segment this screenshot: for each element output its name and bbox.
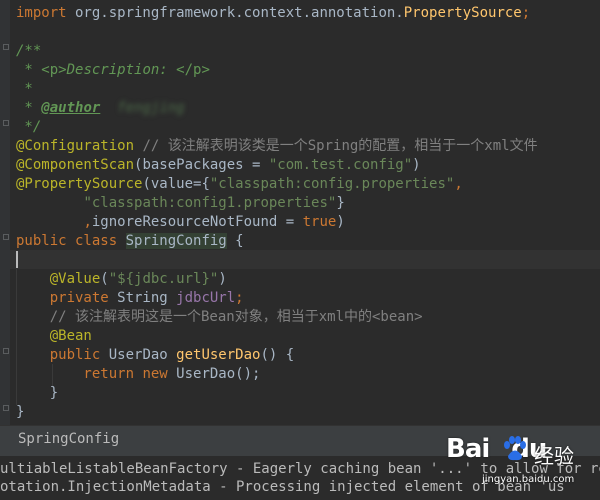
code-line-field-decl: private String jdbcUrl; [16,289,244,308]
breadcrumb-item-springconfig[interactable]: SpringConfig [18,431,119,447]
paren: ) [336,214,345,230]
javadoc: * [16,62,42,78]
string-literal: "${jdbc.url}" [108,271,219,287]
package-path: org.springframework.context.annotation. [66,5,404,21]
javadoc: */ [16,119,42,135]
code-line-configuration: @Configuration // 该注解表明该类是一个Spring的配置，相当… [16,137,538,156]
keyword: public [16,233,67,249]
javadoc-tag: <p> [41,62,67,78]
code-line-bean-comment: // 该注解表明这是一个Bean对象，相当于xml中的<bean> [16,308,423,327]
code-line-class-decl: public class SpringConfig { [16,232,244,251]
baidu-logo-text: Bai [446,434,490,464]
keyword: public [16,347,101,363]
blurred-author-name: fengjing [100,100,185,116]
code-line-method-close: } [16,384,58,403]
annotation-args: (value={ [142,176,210,192]
paren-brace: () { [260,347,295,363]
fold-marker-icon[interactable] [3,405,9,411]
fold-marker-icon[interactable] [3,44,9,50]
type-name: String [108,290,177,306]
code-line-bean-annotation: @Bean [16,327,92,346]
paren: ) [412,157,421,173]
semicolon: ; [235,290,244,306]
text-caret [16,251,18,268]
brace: { [226,233,244,249]
semicolon: ; [521,5,531,21]
editor-gutter[interactable] [0,0,10,425]
javadoc-author-tag: @author [41,100,101,116]
baidu-paw-icon [504,436,526,461]
keyword: private [16,290,109,306]
annotation: @Value [16,271,101,287]
comma: , [454,176,463,192]
baidu-logo: Bai du [446,434,547,464]
baidu-watermark: Bai du 经验 jingyan.baidu.com [442,430,592,496]
annotation: @PropertySource [16,176,143,192]
fold-marker-icon[interactable] [3,348,9,354]
javadoc-tag: </p> [176,62,210,78]
code-line-propertysource-cont: "classpath:config1.properties"} [16,194,345,213]
annotation-param: ignoreResourceNotFound = [91,214,303,230]
brace: } [336,195,345,211]
code-editor[interactable]: import org.springframework.context.annot… [0,0,600,425]
brace: } [16,385,59,401]
annotation: @Configuration [16,138,135,154]
baidu-jingyan-label: 经验 [534,444,574,468]
boolean-literal: true [302,214,337,230]
string-literal: "com.test.config" [268,157,413,173]
code-line-javadoc-author: * @author fengjing [16,99,185,118]
keyword: return [16,366,135,382]
line-comment: // 该注解表明该类是一个Spring的配置，相当于一个xml文件 [134,138,538,154]
annotation-args: (basePackages = [134,157,269,173]
current-line-highlight [10,250,600,269]
code-line-return: return new UserDao(); [16,365,260,384]
javadoc: /** [16,43,42,59]
field-name: jdbcUrl [176,290,236,306]
keyword: new [134,366,168,382]
comma: , [83,214,92,230]
type-name: UserDao [100,347,177,363]
method-name: getUserDao [176,347,261,363]
code-line-componentscan: @ComponentScan(basePackages = "com.test.… [16,156,421,175]
javadoc: * [16,81,33,97]
code-line-method-decl: public UserDao getUserDao() { [16,346,294,365]
baidu-url: jingyan.baidu.com [482,474,575,485]
fold-marker-icon[interactable] [3,120,9,126]
code-line-javadoc-blank: * [16,80,33,99]
paren: ) [218,271,227,287]
code-line-ignore-resource: ,ignoreResourceNotFound = true) [16,213,345,232]
code-line-class-close: } [16,403,24,422]
code-line-javadoc-description: * <p>Description: </p> [16,61,210,80]
paren: ( [100,271,109,287]
javadoc: * [16,100,42,116]
code-line-value-annotation: @Value("${jdbc.url}") [16,270,227,289]
code-line-propertysource: @PropertySource(value={"classpath:config… [16,175,463,194]
fold-marker-icon[interactable] [3,234,9,240]
class-name: SpringConfig [125,233,227,249]
annotation: @Bean [16,328,92,344]
string-literal: "classpath:config.properties" [209,176,455,192]
javadoc-text: Description: [66,62,177,78]
code-line-javadoc-open: /** [16,42,41,61]
code-line-javadoc-close: */ [16,118,41,137]
string-literal: "classpath:config1.properties" [83,195,337,211]
keyword: import [16,5,67,21]
code-line-import: import org.springframework.context.annot… [16,4,530,23]
constructor-call: UserDao(); [167,366,261,382]
keyword: class [66,233,126,249]
line-comment: // 该注解表明这是一个Bean对象，相当于xml中的<bean> [16,309,423,325]
brace: } [16,404,25,420]
annotation: @ComponentScan [16,157,135,173]
class-ref: PropertySource [403,5,522,21]
